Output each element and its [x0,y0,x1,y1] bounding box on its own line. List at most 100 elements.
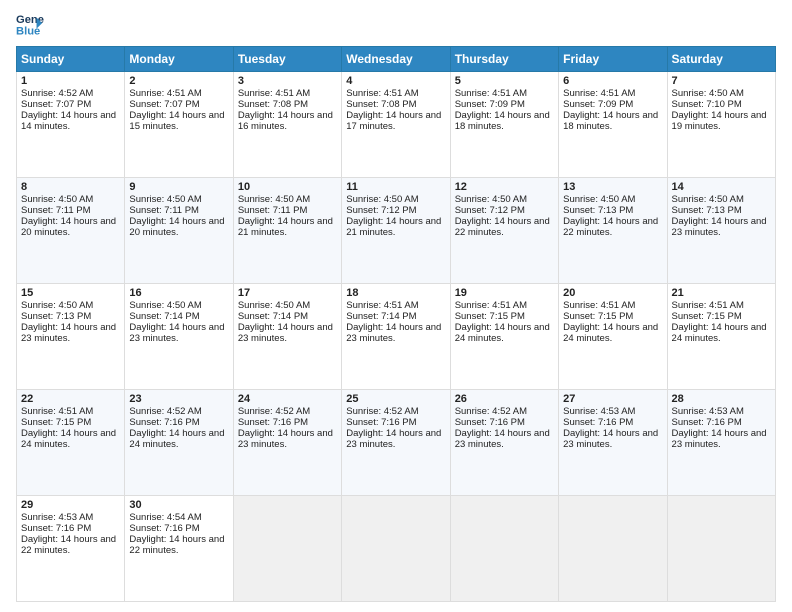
calendar-cell: 26Sunrise: 4:52 AMSunset: 7:16 PMDayligh… [450,390,558,496]
logo: General Blue [16,10,44,38]
sunrise-label: Sunrise: 4:50 AM [455,194,527,205]
calendar-cell: 19Sunrise: 4:51 AMSunset: 7:15 PMDayligh… [450,284,558,390]
sunrise-label: Sunrise: 4:51 AM [563,300,635,311]
weekday-header: Wednesday [342,47,450,72]
sunrise-label: Sunrise: 4:51 AM [455,88,527,99]
day-number: 11 [346,181,445,193]
calendar-cell [667,496,775,602]
day-number: 30 [129,499,228,511]
daylight-label: Daylight: 14 hours and 23 minutes. [238,322,333,344]
sunset-label: Sunset: 7:11 PM [21,205,91,216]
calendar-cell: 14Sunrise: 4:50 AMSunset: 7:13 PMDayligh… [667,178,775,284]
sunset-label: Sunset: 7:16 PM [455,417,525,428]
sunrise-label: Sunrise: 4:50 AM [129,194,201,205]
sunset-label: Sunset: 7:15 PM [21,417,91,428]
day-number: 12 [455,181,554,193]
daylight-label: Daylight: 14 hours and 23 minutes. [346,428,441,450]
day-number: 26 [455,393,554,405]
day-number: 3 [238,75,337,87]
sunset-label: Sunset: 7:16 PM [672,417,742,428]
day-number: 17 [238,287,337,299]
sunrise-label: Sunrise: 4:50 AM [238,194,310,205]
sunrise-label: Sunrise: 4:50 AM [238,300,310,311]
calendar-cell: 23Sunrise: 4:52 AMSunset: 7:16 PMDayligh… [125,390,233,496]
daylight-label: Daylight: 14 hours and 20 minutes. [21,216,116,238]
sunrise-label: Sunrise: 4:51 AM [455,300,527,311]
daylight-label: Daylight: 14 hours and 23 minutes. [238,428,333,450]
sunrise-label: Sunrise: 4:53 AM [672,406,744,417]
sunset-label: Sunset: 7:15 PM [672,311,742,322]
daylight-label: Daylight: 14 hours and 18 minutes. [455,110,550,132]
sunrise-label: Sunrise: 4:52 AM [455,406,527,417]
daylight-label: Daylight: 14 hours and 23 minutes. [455,428,550,450]
calendar-cell: 4Sunrise: 4:51 AMSunset: 7:08 PMDaylight… [342,72,450,178]
daylight-label: Daylight: 14 hours and 23 minutes. [563,428,658,450]
sunrise-label: Sunrise: 4:52 AM [21,88,93,99]
sunrise-label: Sunrise: 4:51 AM [563,88,635,99]
logo-icon: General Blue [16,10,44,38]
day-number: 18 [346,287,445,299]
sunset-label: Sunset: 7:07 PM [129,99,199,110]
calendar-cell: 28Sunrise: 4:53 AMSunset: 7:16 PMDayligh… [667,390,775,496]
weekday-header: Monday [125,47,233,72]
weekday-header: Tuesday [233,47,341,72]
sunset-label: Sunset: 7:09 PM [455,99,525,110]
sunset-label: Sunset: 7:12 PM [346,205,416,216]
sunrise-label: Sunrise: 4:51 AM [346,88,418,99]
sunset-label: Sunset: 7:14 PM [129,311,199,322]
daylight-label: Daylight: 14 hours and 20 minutes. [129,216,224,238]
calendar-table: SundayMondayTuesdayWednesdayThursdayFrid… [16,46,776,602]
sunset-label: Sunset: 7:10 PM [672,99,742,110]
day-number: 2 [129,75,228,87]
calendar-cell: 29Sunrise: 4:53 AMSunset: 7:16 PMDayligh… [17,496,125,602]
daylight-label: Daylight: 14 hours and 24 minutes. [129,428,224,450]
calendar-cell: 1Sunrise: 4:52 AMSunset: 7:07 PMDaylight… [17,72,125,178]
sunset-label: Sunset: 7:15 PM [563,311,633,322]
sunrise-label: Sunrise: 4:50 AM [563,194,635,205]
sunrise-label: Sunrise: 4:50 AM [672,194,744,205]
sunset-label: Sunset: 7:14 PM [346,311,416,322]
sunset-label: Sunset: 7:12 PM [455,205,525,216]
sunrise-label: Sunrise: 4:52 AM [129,406,201,417]
sunset-label: Sunset: 7:11 PM [129,205,199,216]
calendar-cell: 25Sunrise: 4:52 AMSunset: 7:16 PMDayligh… [342,390,450,496]
daylight-label: Daylight: 14 hours and 21 minutes. [346,216,441,238]
sunset-label: Sunset: 7:16 PM [129,523,199,534]
sunset-label: Sunset: 7:13 PM [672,205,742,216]
calendar-cell: 7Sunrise: 4:50 AMSunset: 7:10 PMDaylight… [667,72,775,178]
day-number: 1 [21,75,120,87]
daylight-label: Daylight: 14 hours and 24 minutes. [455,322,550,344]
daylight-label: Daylight: 14 hours and 19 minutes. [672,110,767,132]
sunset-label: Sunset: 7:09 PM [563,99,633,110]
weekday-header: Sunday [17,47,125,72]
day-number: 20 [563,287,662,299]
day-number: 14 [672,181,771,193]
day-number: 8 [21,181,120,193]
daylight-label: Daylight: 14 hours and 23 minutes. [672,428,767,450]
sunrise-label: Sunrise: 4:51 AM [238,88,310,99]
calendar-cell: 15Sunrise: 4:50 AMSunset: 7:13 PMDayligh… [17,284,125,390]
day-number: 24 [238,393,337,405]
calendar-cell: 6Sunrise: 4:51 AMSunset: 7:09 PMDaylight… [559,72,667,178]
daylight-label: Daylight: 14 hours and 14 minutes. [21,110,116,132]
weekday-header: Saturday [667,47,775,72]
calendar-cell: 17Sunrise: 4:50 AMSunset: 7:14 PMDayligh… [233,284,341,390]
daylight-label: Daylight: 14 hours and 18 minutes. [563,110,658,132]
day-number: 7 [672,75,771,87]
sunset-label: Sunset: 7:08 PM [238,99,308,110]
calendar-cell [342,496,450,602]
day-number: 9 [129,181,228,193]
daylight-label: Daylight: 14 hours and 24 minutes. [21,428,116,450]
calendar-cell: 2Sunrise: 4:51 AMSunset: 7:07 PMDaylight… [125,72,233,178]
day-number: 15 [21,287,120,299]
daylight-label: Daylight: 14 hours and 22 minutes. [563,216,658,238]
day-number: 23 [129,393,228,405]
sunset-label: Sunset: 7:16 PM [563,417,633,428]
calendar-cell: 30Sunrise: 4:54 AMSunset: 7:16 PMDayligh… [125,496,233,602]
sunset-label: Sunset: 7:14 PM [238,311,308,322]
calendar-cell: 5Sunrise: 4:51 AMSunset: 7:09 PMDaylight… [450,72,558,178]
sunrise-label: Sunrise: 4:50 AM [346,194,418,205]
day-number: 25 [346,393,445,405]
daylight-label: Daylight: 14 hours and 23 minutes. [21,322,116,344]
calendar-cell: 24Sunrise: 4:52 AMSunset: 7:16 PMDayligh… [233,390,341,496]
